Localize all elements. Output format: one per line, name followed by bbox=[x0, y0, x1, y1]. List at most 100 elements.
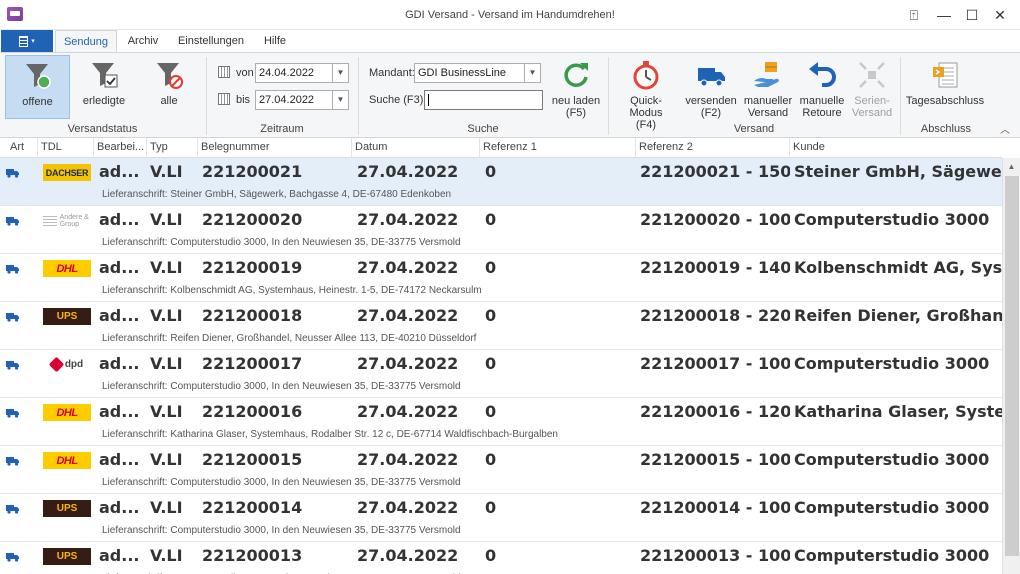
cell-datum: 27.04.2022 bbox=[357, 546, 459, 565]
offene-label: offene bbox=[22, 96, 53, 108]
cell-kunde: Computerstudio 3000 bbox=[794, 546, 990, 565]
alle-button[interactable]: alle bbox=[140, 55, 198, 119]
column-header-kunde[interactable]: Kunde bbox=[790, 138, 1002, 158]
tab-hilfe[interactable]: Hilfe bbox=[256, 30, 294, 52]
bis-date-input[interactable]: 27.04.2022 ▼ bbox=[255, 90, 349, 110]
cell-belegnummer: 221200019 bbox=[202, 258, 303, 277]
maximize-button[interactable]: ☐ bbox=[959, 4, 985, 26]
bis-date-value: 27.04.2022 bbox=[259, 94, 315, 106]
manual-return-button[interactable]: manuelle Retoure bbox=[796, 55, 848, 119]
cell-referenz2: 221200014 - 10000 bbox=[640, 498, 790, 517]
serial-shipping-label-1: Serien- bbox=[854, 95, 890, 107]
chevron-down-icon[interactable]: ▼ bbox=[332, 91, 348, 109]
cell-typ: V.LI bbox=[150, 450, 183, 469]
erledigte-button[interactable]: erledigte bbox=[75, 55, 133, 119]
versenden-button[interactable]: versenden (F2) bbox=[682, 55, 740, 119]
cell-referenz1: 0 bbox=[485, 162, 497, 181]
cell-belegnummer: 221200014 bbox=[202, 498, 303, 517]
cell-typ: V.LI bbox=[150, 402, 183, 421]
tab-sendung[interactable]: Sendung bbox=[55, 30, 117, 52]
daily-closing-button[interactable]: Tagesabschluss bbox=[904, 55, 986, 119]
cell-referenz1: 0 bbox=[485, 402, 497, 421]
cell-belegnummer: 221200018 bbox=[202, 306, 303, 325]
versenden-label-2: (F2) bbox=[700, 107, 722, 119]
carrier-logo-ups: UPS bbox=[43, 548, 91, 565]
table-row[interactable]: Andere & Group ad... V.LI 221200020 27.04.20… bbox=[0, 206, 1002, 254]
cell-referenz2: 221200021 - 15000 bbox=[640, 162, 790, 181]
report-list-icon bbox=[929, 59, 961, 91]
reload-button[interactable]: neu laden (F5) bbox=[549, 55, 603, 119]
cell-referenz2: 221200019 - 14000 bbox=[640, 258, 790, 277]
search-label: Suche (F3): bbox=[369, 94, 427, 106]
delivery-address: Lieferanschrift: Reifen Diener, Großhand… bbox=[102, 333, 477, 344]
scroll-thumb[interactable] bbox=[1005, 176, 1019, 556]
table-row[interactable]: DHL ad... V.LI 221200016 27.04.2022 0 22120001… bbox=[0, 398, 1002, 446]
mandant-select[interactable]: GDI BusinessLine ▼ bbox=[414, 63, 541, 83]
table-row[interactable]: DACHSER ad... V.LI 221200021 27.04.2022 0 2212… bbox=[0, 158, 1002, 206]
minimize-button[interactable]: — bbox=[931, 4, 957, 26]
carrier-logo-ups: UPS bbox=[43, 308, 91, 325]
quick-mode-button[interactable]: Quick-Modus (F4) bbox=[614, 55, 678, 131]
table-row[interactable]: UPS ad... V.LI 221200018 27.04.2022 0 22120001… bbox=[0, 302, 1002, 350]
column-header-belegnummer[interactable]: Belegnummer bbox=[198, 138, 352, 158]
column-header-tdl[interactable]: TDL bbox=[38, 138, 94, 158]
cell-belegnummer: 221200017 bbox=[202, 354, 303, 373]
mandant-value: GDI BusinessLine bbox=[418, 67, 507, 79]
refresh-icon bbox=[560, 59, 592, 91]
pin-icon[interactable]: ⍐ bbox=[901, 4, 927, 26]
scroll-up-icon[interactable]: ▲ bbox=[1003, 158, 1020, 174]
truck-icon bbox=[6, 360, 20, 370]
title-bar: GDI Versand - Versand im Handumdrehen! ⍐… bbox=[0, 0, 1020, 30]
close-button[interactable]: ✕ bbox=[987, 4, 1013, 26]
table-row[interactable]: DHL ad... V.LI 221200015 27.04.2022 0 22120001… bbox=[0, 446, 1002, 494]
column-header-referenz2[interactable]: Referenz 2 bbox=[636, 138, 790, 158]
cell-referenz2: 221200013 - 10000 bbox=[640, 546, 790, 565]
truck-icon bbox=[6, 552, 20, 562]
delivery-address: Lieferanschrift: Steiner GmbH, Sägewerk,… bbox=[102, 189, 452, 200]
table-row[interactable]: DHL ad... V.LI 221200019 27.04.2022 0 22120001… bbox=[0, 254, 1002, 302]
cell-belegnummer: 221200013 bbox=[202, 546, 303, 565]
carrier-logo-ups: UPS bbox=[43, 500, 91, 517]
search-input[interactable] bbox=[424, 90, 543, 110]
cell-kunde: Reifen Diener, Großhandel bbox=[794, 306, 1002, 325]
column-header-typ[interactable]: Typ bbox=[147, 138, 198, 158]
chevron-down-icon[interactable]: ▼ bbox=[332, 64, 348, 82]
manual-shipping-button[interactable]: manueller Versand bbox=[742, 55, 794, 119]
cell-typ: V.LI bbox=[150, 354, 183, 373]
column-header-datum[interactable]: Datum bbox=[352, 138, 480, 158]
cell-typ: V.LI bbox=[150, 258, 183, 277]
expand-arrows-icon bbox=[856, 59, 888, 91]
truck-icon bbox=[6, 456, 20, 466]
cell-datum: 27.04.2022 bbox=[357, 258, 459, 277]
cell-kunde: Computerstudio 3000 bbox=[794, 354, 990, 373]
offene-button[interactable]: offene bbox=[5, 55, 70, 119]
daily-closing-label: Tagesabschluss bbox=[905, 95, 985, 107]
carrier-logo-dhl: DHL bbox=[43, 452, 91, 469]
collapse-ribbon-icon[interactable]: ︿ bbox=[1000, 121, 1010, 136]
serial-shipping-button[interactable]: Serien- Versand bbox=[849, 55, 895, 119]
carrier-logo-dpd: dpd bbox=[43, 356, 91, 373]
text-cursor bbox=[428, 94, 429, 107]
document-icon bbox=[19, 35, 29, 47]
table-row[interactable]: UPS ad... V.LI 221200013 27.04.2022 0 22120001… bbox=[0, 542, 1002, 574]
cell-bearbeiter: ad... bbox=[99, 402, 140, 421]
delivery-address: Lieferanschrift: Computerstudio 3000, In… bbox=[102, 381, 461, 392]
cell-referenz2: 221200017 - 10000 bbox=[640, 354, 790, 373]
chevron-down-icon[interactable]: ▼ bbox=[524, 64, 540, 82]
truck-icon bbox=[6, 408, 20, 418]
table-row[interactable]: dpd ad... V.LI 221200017 27.04.2022 0 22120001… bbox=[0, 350, 1002, 398]
column-header-art[interactable]: Art bbox=[0, 138, 38, 158]
vertical-scrollbar[interactable]: ▲ bbox=[1002, 158, 1020, 574]
tab-archiv[interactable]: Archiv bbox=[120, 30, 166, 52]
cell-bearbeiter: ad... bbox=[99, 258, 140, 277]
cell-referenz1: 0 bbox=[485, 258, 497, 277]
table-row[interactable]: UPS ad... V.LI 221200014 27.04.2022 0 22120001… bbox=[0, 494, 1002, 542]
von-date-input[interactable]: 24.04.2022 ▼ bbox=[255, 63, 349, 83]
delivery-address: Lieferanschrift: Computerstudio 3000, In… bbox=[102, 525, 461, 536]
file-menu-button[interactable]: ▾ bbox=[1, 30, 53, 52]
shipment-grid: DACHSER ad... V.LI 221200021 27.04.2022 0 2212… bbox=[0, 158, 1002, 574]
column-header-referenz1[interactable]: Referenz 1 bbox=[480, 138, 636, 158]
cell-typ: V.LI bbox=[150, 210, 183, 229]
tab-einstellungen[interactable]: Einstellungen bbox=[172, 30, 250, 52]
column-header-bearbeiter[interactable]: Bearbei... bbox=[94, 138, 147, 158]
